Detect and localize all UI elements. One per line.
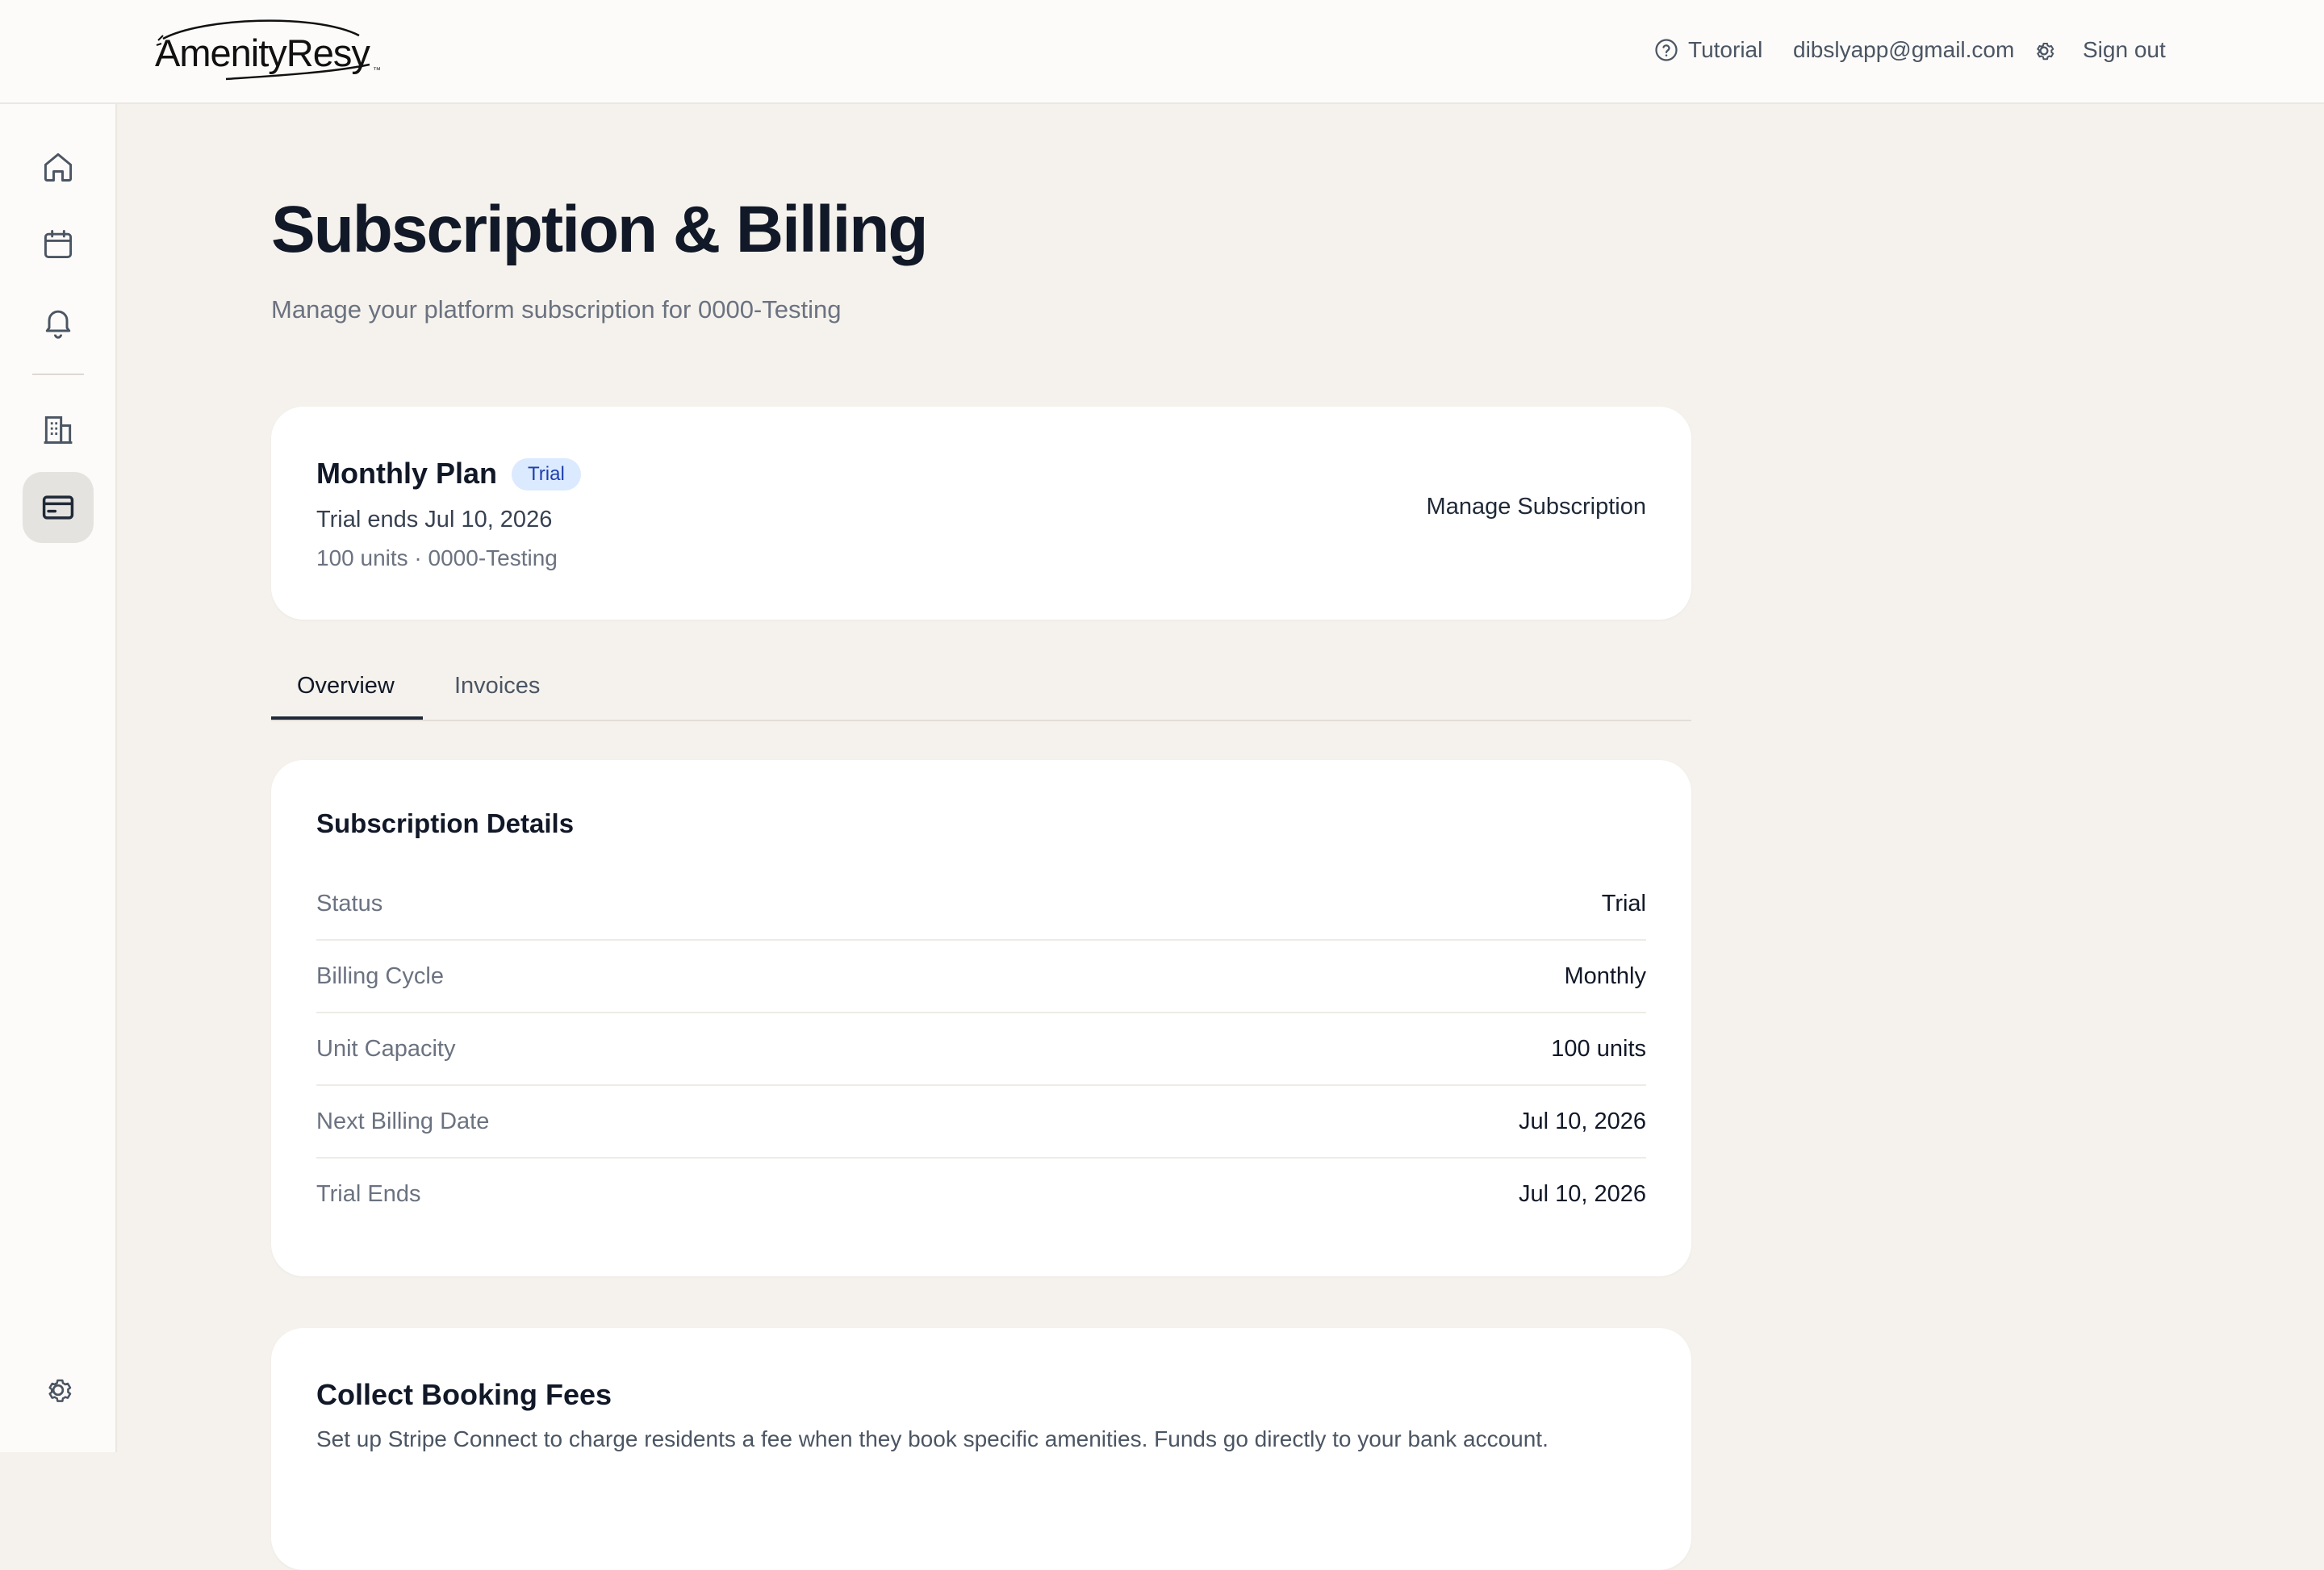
detail-label: Status: [316, 891, 383, 917]
calendar-icon: [44, 230, 73, 259]
detail-label: Next Billing Date: [316, 1109, 490, 1134]
bell-icon: [45, 310, 71, 339]
tab-bar: Overview Invoices: [271, 662, 1691, 721]
detail-label: Billing Cycle: [316, 963, 444, 989]
gear-icon: [2037, 43, 2054, 61]
amenityresy-logo[interactable]: AmenityResy ™: [153, 16, 387, 82]
active-tab-indicator: [271, 716, 423, 720]
booking-fees-description: Set up Stripe Connect to charge resident…: [316, 1426, 1549, 1451]
detail-value: Jul 10, 2026: [1518, 1109, 1646, 1134]
detail-value: 100 units: [1551, 1036, 1646, 1062]
detail-row-trial-ends: Trial Ends Jul 10, 2026: [316, 1159, 1646, 1231]
detail-row-status: Status Trial: [316, 868, 1646, 941]
detail-value: Jul 10, 2026: [1518, 1181, 1646, 1207]
detail-value: Monthly: [1564, 963, 1646, 989]
trial-ends-text: Trial ends Jul 10, 2026: [316, 507, 553, 532]
sidebar-item-notifications[interactable]: [23, 286, 94, 357]
building-icon: [44, 415, 73, 445]
tab-overview[interactable]: Overview: [297, 673, 395, 699]
plan-units-text: 100 units · 0000-Testing: [316, 545, 558, 570]
sign-out-link[interactable]: Sign out: [2083, 37, 2166, 63]
page-subtitle: Manage your platform subscription for 00…: [271, 295, 842, 324]
user-email: dibslyapp@gmail.com: [1793, 37, 2015, 62]
sidebar-item-settings[interactable]: [23, 1355, 94, 1426]
detail-row-next-billing: Next Billing Date Jul 10, 2026: [316, 1086, 1646, 1159]
credit-card-icon: [42, 495, 74, 520]
sidebar-divider: [32, 374, 84, 375]
detail-row-billing-cycle: Billing Cycle Monthly: [316, 941, 1646, 1013]
plan-name: Monthly Plan: [316, 457, 497, 490]
tutorial-link[interactable]: Tutorial: [1654, 37, 1762, 63]
help-circle-icon: [1655, 39, 1678, 61]
sidebar-item-billing[interactable]: [23, 472, 94, 543]
tutorial-label: Tutorial: [1688, 37, 1763, 62]
booking-fees-card: Collect Booking Fees Set up Stripe Conne…: [271, 1328, 1691, 1570]
sidebar: [0, 104, 117, 1452]
trademark: ™: [373, 66, 381, 75]
detail-row-unit-capacity: Unit Capacity 100 units: [316, 1013, 1646, 1086]
detail-label: Unit Capacity: [316, 1036, 456, 1062]
detail-label: Trial Ends: [316, 1181, 421, 1207]
page-title: Subscription & Billing: [271, 193, 928, 266]
plan-card: Monthly Plan Trial Trial ends Jul 10, 20…: [271, 407, 1691, 620]
detail-value: Trial: [1601, 891, 1646, 917]
section-title: Subscription Details: [316, 808, 575, 838]
tab-invoices[interactable]: Invoices: [454, 673, 540, 699]
home-icon: [44, 152, 73, 182]
sidebar-item-home[interactable]: [23, 132, 94, 203]
subscription-details-card: Subscription Details Status Trial Billin…: [271, 760, 1691, 1276]
sidebar-item-calendar[interactable]: [23, 209, 94, 280]
booking-fees-title: Collect Booking Fees: [316, 1378, 612, 1411]
logo-text: AmenityResy: [155, 31, 370, 74]
sidebar-item-buildings[interactable]: [23, 395, 94, 466]
account-settings-button[interactable]: [2032, 39, 2056, 67]
gear-icon: [48, 1379, 72, 1402]
top-bar: AmenityResy ™ Tutorial dibslyapp@gmail.c…: [0, 0, 2324, 104]
manage-subscription-button[interactable]: Manage Subscription: [1427, 494, 1646, 520]
status-badge: Trial: [512, 458, 581, 491]
